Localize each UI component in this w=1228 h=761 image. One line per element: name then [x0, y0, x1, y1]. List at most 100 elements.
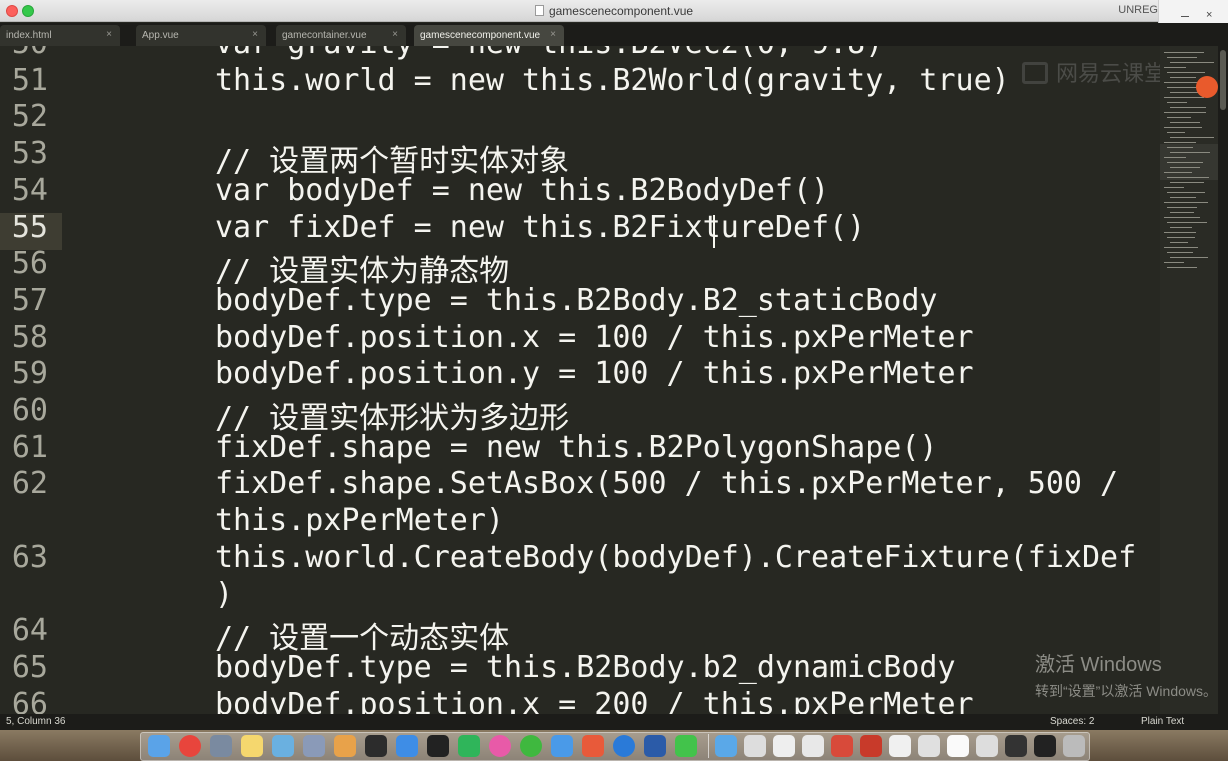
code-text[interactable]: var fixDef = new this.B2FixtureDef() — [215, 210, 865, 245]
line-number: 55 — [11, 209, 48, 245]
word-icon[interactable] — [644, 735, 666, 757]
line-number: 57 — [11, 282, 48, 318]
minimap-line — [1170, 62, 1214, 63]
line-number: 59 — [11, 356, 48, 392]
wechat-dev-icon[interactable] — [458, 735, 480, 757]
code-text[interactable]: var gravity = new this.B2Vec2(0, 9.8) — [215, 46, 883, 61]
code-text[interactable]: bodyDef.type = this.B2Body.B2_staticBody — [215, 283, 937, 318]
close-icon[interactable]: × — [1206, 9, 1212, 21]
code-text[interactable]: var bodyDef = new this.B2BodyDef() — [215, 173, 829, 208]
launchpad-icon[interactable] — [210, 735, 232, 757]
safari-icon[interactable] — [396, 735, 418, 757]
doc7-icon[interactable] — [918, 735, 940, 757]
doc6-icon[interactable] — [889, 735, 911, 757]
dock-separator — [708, 734, 709, 758]
code-line[interactable]: this.pxPerMeter) — [0, 503, 1160, 540]
activate-windows-notice: 激活 Windows 转到“设置”以激活 Windows。 — [1035, 654, 1218, 699]
doc9-icon[interactable] — [976, 735, 998, 757]
code-text[interactable]: this.world.CreateBody(bodyDef).CreateFix… — [215, 540, 1136, 575]
minimize-icon[interactable] — [1181, 16, 1189, 17]
ms-icon[interactable] — [582, 735, 604, 757]
code-line[interactable]: 55 var fixDef = new this.B2FixtureDef() — [0, 210, 1160, 247]
code-line[interactable]: 63 this.world.CreateBody(bodyDef).CreateF… — [0, 540, 1160, 577]
tab-gamescenecomponent-vue[interactable]: gamescenecomponent.vue × — [414, 25, 564, 46]
tab-close-icon[interactable]: × — [106, 29, 112, 40]
title-bar: gamescenecomponent.vue UNREG — [0, 0, 1228, 22]
minimap-line — [1167, 57, 1197, 58]
doc8-icon[interactable] — [947, 735, 969, 757]
code-text[interactable]: this.world = new this.B2World(gravity, t… — [215, 63, 1010, 98]
code-line[interactable]: 50 var gravity = new this.B2Vec2(0, 9.8) — [0, 46, 1160, 63]
bird-icon[interactable] — [551, 735, 573, 757]
minimap-line — [1170, 122, 1200, 123]
vertical-scrollbar[interactable] — [1218, 46, 1228, 714]
tab-app-vue[interactable]: App.vue × — [136, 25, 266, 46]
preview-icon[interactable] — [272, 735, 294, 757]
code-line[interactable]: 57 bodyDef.type = this.B2Body.B2_staticBo… — [0, 283, 1160, 320]
code-line[interactable]: 58 bodyDef.position.x = 100 / this.pxPerM… — [0, 320, 1160, 357]
status-bar: 5, Column 36 Spaces: 2 Plain Text — [0, 714, 1228, 730]
terminal-icon[interactable] — [427, 735, 449, 757]
doc1-icon[interactable] — [744, 735, 766, 757]
line-number: 62 — [11, 466, 48, 502]
code-line[interactable]: 56// 设置实体为静态物 — [0, 246, 1160, 289]
terminal-user-icon[interactable] — [365, 735, 387, 757]
doc4-icon[interactable] — [831, 735, 853, 757]
code-text[interactable]: fixDef.shape = new this.B2PolygonShape() — [215, 430, 937, 465]
syntax-selector[interactable]: Plain Text — [1141, 716, 1184, 727]
wechat-icon[interactable] — [675, 735, 697, 757]
minimap-line — [1164, 97, 1204, 98]
code-text[interactable]: bodyDef.position.x = 200 / this.pxPerMet… — [215, 687, 974, 714]
code-text[interactable]: fixDef.shape.SetAsBox(500 / this.pxPerMe… — [215, 466, 1118, 501]
code-text[interactable]: this.pxPerMeter) — [215, 503, 504, 538]
doc3-icon[interactable] — [802, 735, 824, 757]
minimap-line — [1164, 202, 1208, 203]
code-line[interactable]: 61 fixDef.shape = new this.B2PolygonShape… — [0, 430, 1160, 467]
qq-music-icon[interactable] — [520, 735, 542, 757]
tab-index-html[interactable]: index.html × — [0, 25, 120, 46]
code-line[interactable]: 52 — [0, 99, 1160, 136]
indentation-setting[interactable]: Spaces: 2 — [1050, 716, 1094, 727]
itunes-icon[interactable] — [489, 735, 511, 757]
code-line[interactable]: 51 this.world = new this.B2World(gravity,… — [0, 63, 1160, 100]
trash-icon[interactable] — [1063, 735, 1085, 757]
doc5-icon[interactable] — [860, 735, 882, 757]
window-title: gamescenecomponent.vue — [0, 4, 1228, 18]
tab-close-icon[interactable]: × — [550, 29, 556, 40]
tab-gamecontainer-vue[interactable]: gamecontainer.vue × — [276, 25, 406, 46]
scroll-thumb[interactable] — [1220, 50, 1226, 110]
code-line[interactable]: 64// 设置一个动态实体 — [0, 613, 1160, 656]
code-line[interactable]: 53// 设置两个暂时实体对象 — [0, 136, 1160, 179]
code-line[interactable]: 65 bodyDef.type = this.B2Body.b2_dynamicB… — [0, 650, 1160, 687]
code-line[interactable]: 60// 设置实体形状为多边形 — [0, 393, 1160, 436]
tab-close-icon[interactable]: × — [252, 29, 258, 40]
chrome-icon[interactable] — [179, 735, 201, 757]
notes-icon[interactable] — [241, 735, 263, 757]
tab-close-icon[interactable]: × — [392, 29, 398, 40]
minimap[interactable] — [1160, 46, 1218, 714]
document-icon — [534, 5, 544, 16]
code-line[interactable]: 66 bodyDef.position.x = 200 / this.pxPerM… — [0, 687, 1160, 714]
code-text[interactable]: bodyDef.position.x = 100 / this.pxPerMet… — [215, 320, 974, 355]
code-line[interactable]: 59 bodyDef.position.y = 100 / this.pxPerM… — [0, 356, 1160, 393]
photos-icon[interactable] — [303, 735, 325, 757]
code-text[interactable]: ) — [215, 577, 233, 612]
doc10-icon[interactable] — [1005, 735, 1027, 757]
ie-icon[interactable] — [613, 735, 635, 757]
code-line[interactable]: 54 var bodyDef = new this.B2BodyDef() — [0, 173, 1160, 210]
sublime-icon[interactable] — [334, 735, 356, 757]
code-text[interactable]: bodyDef.type = this.B2Body.b2_dynamicBod… — [215, 650, 956, 685]
minimap-line — [1170, 227, 1192, 228]
doc11-icon[interactable] — [1034, 735, 1056, 757]
code-editor[interactable]: 50var gravity = new this.B2Vec2(0, 9.8)5… — [0, 46, 1160, 714]
minimap-line — [1170, 257, 1208, 258]
minimap-line — [1164, 127, 1202, 128]
finder-icon[interactable] — [148, 735, 170, 757]
code-line[interactable]: 62 fixDef.shape.SetAsBox(500 / this.pxPer… — [0, 466, 1160, 503]
doc2-icon[interactable] — [773, 735, 795, 757]
minimap-line — [1164, 67, 1186, 68]
folder-icon[interactable] — [715, 735, 737, 757]
code-line[interactable]: ) — [0, 577, 1160, 614]
code-text[interactable]: bodyDef.position.y = 100 / this.pxPerMet… — [215, 356, 974, 391]
minimap-line — [1167, 252, 1193, 253]
